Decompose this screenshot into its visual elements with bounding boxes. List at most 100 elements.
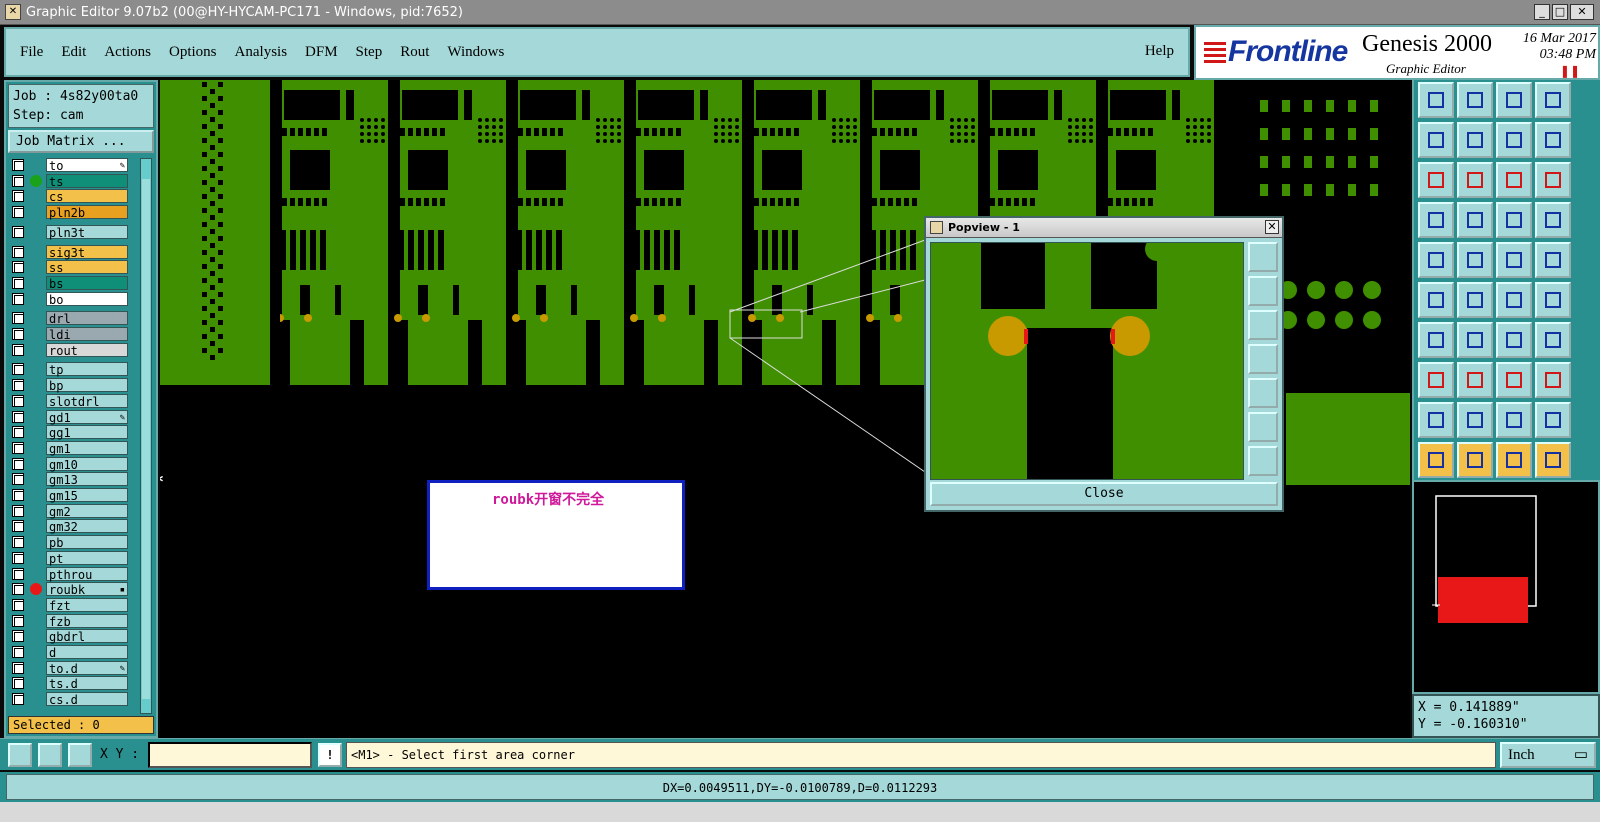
angle-icon[interactable]	[38, 743, 62, 767]
layer-checkbox[interactable]	[12, 190, 24, 203]
select-icon[interactable]	[1418, 442, 1454, 478]
layer-row[interactable]: drl	[10, 311, 128, 326]
expand-icon[interactable]	[1418, 162, 1454, 198]
layer-checkbox[interactable]	[12, 504, 24, 517]
layer-checkbox[interactable]	[12, 457, 24, 470]
pan-right-icon[interactable]	[1457, 122, 1493, 158]
popview-right-icon[interactable]	[1248, 378, 1278, 408]
layer-name[interactable]: roubk ▪	[46, 582, 128, 597]
layer-row[interactable]: ts	[10, 173, 128, 189]
layer-row[interactable]: gm15	[10, 488, 128, 503]
line-icon[interactable]	[1418, 322, 1454, 358]
fit-vertical-icon[interactable]	[1457, 162, 1493, 198]
layer-name[interactable]: pt	[46, 550, 128, 566]
layer-name[interactable]: gm1	[46, 440, 128, 456]
layer-row[interactable]: sig3t	[10, 244, 128, 260]
snap-icon[interactable]	[1418, 202, 1454, 238]
menu-analysis[interactable]: Analysis	[235, 44, 288, 61]
snap-icon[interactable]	[8, 743, 32, 767]
ruler-icon[interactable]	[1496, 242, 1532, 278]
layer-name[interactable]: gm2	[46, 503, 128, 519]
layer-name[interactable]: fzb	[46, 613, 128, 629]
select-icon[interactable]	[1496, 442, 1532, 478]
layer-row[interactable]: ss	[10, 260, 128, 275]
popview-zoom-view[interactable]	[930, 237, 1244, 480]
layer-name[interactable]: cs	[46, 189, 128, 204]
layer-name[interactable]: to.d ✎	[46, 660, 128, 676]
layer-row[interactable]: fzt	[10, 597, 128, 613]
layer-name[interactable]: ts	[46, 173, 128, 189]
layer-name[interactable]: bo	[46, 291, 128, 307]
rotate-icon[interactable]	[1496, 322, 1532, 358]
menu-step[interactable]: Step	[356, 44, 383, 61]
layer-checkbox[interactable]	[12, 261, 24, 274]
layer-name[interactable]: slotdrl	[46, 393, 128, 409]
layer-name[interactable]: gg1	[46, 425, 128, 440]
close-window-button[interactable]: ✕	[1570, 4, 1594, 20]
layer-row[interactable]: roubk ▪	[10, 582, 128, 597]
layer-checkbox[interactable]	[12, 661, 24, 674]
layer-name[interactable]: fzt	[46, 597, 128, 613]
layer-name[interactable]: tp	[46, 362, 128, 377]
layer-name[interactable]: ts.d	[46, 676, 128, 691]
triangle-icon[interactable]	[1535, 402, 1571, 438]
layer-checkbox[interactable]	[12, 630, 24, 643]
help-icon[interactable]	[1535, 122, 1571, 158]
popview-expand-icon[interactable]	[1248, 446, 1278, 476]
layer-checkbox[interactable]	[12, 363, 24, 376]
triangle-icon[interactable]	[1457, 402, 1493, 438]
layer-name[interactable]: bp	[46, 378, 128, 393]
layer-row[interactable]: gm10	[10, 456, 128, 472]
overview-map[interactable]	[1412, 480, 1600, 694]
popview-window[interactable]: Popview - 1 ✕ Close	[924, 216, 1284, 512]
layer-checkbox[interactable]	[12, 677, 24, 690]
layer-checkbox[interactable]	[12, 473, 24, 486]
pad-arrow-icon[interactable]	[1535, 282, 1571, 318]
move-up-icon[interactable]	[1418, 82, 1454, 118]
layer-checkbox[interactable]	[12, 693, 24, 706]
menu-options[interactable]: Options	[169, 44, 217, 61]
pad-icon[interactable]	[1418, 242, 1454, 278]
move-down-icon[interactable]	[1457, 82, 1493, 118]
layer-checkbox[interactable]	[12, 174, 24, 187]
menu-actions[interactable]: Actions	[104, 44, 151, 61]
minus-icon[interactable]	[1457, 362, 1493, 398]
grid-icon[interactable]	[1457, 202, 1493, 238]
triangle-icon[interactable]	[1418, 402, 1454, 438]
layer-row[interactable]: rout	[10, 342, 128, 358]
layer-row[interactable]: pthrou	[10, 566, 128, 582]
pad-copy-icon[interactable]	[1418, 362, 1454, 398]
layer-row[interactable]: gm2	[10, 503, 128, 519]
layer-name[interactable]: pb	[46, 535, 128, 550]
pan-left-icon[interactable]	[1418, 122, 1454, 158]
layer-checkbox[interactable]	[12, 292, 24, 305]
layer-checkbox[interactable]	[12, 551, 24, 564]
layer-checkbox[interactable]	[12, 614, 24, 627]
layer-name[interactable]: gm10	[46, 456, 128, 472]
xy-input[interactable]	[148, 742, 312, 768]
layer-checkbox[interactable]	[12, 379, 24, 392]
popview-up-icon[interactable]	[1248, 276, 1278, 306]
layer-row[interactable]: slotdrl	[10, 393, 128, 409]
menu-dfm[interactable]: DFM	[305, 44, 338, 61]
undo-view-icon[interactable]	[1496, 122, 1532, 158]
layer-name[interactable]: pln3t	[46, 224, 128, 240]
layer-name[interactable]: ss	[46, 260, 128, 275]
menu-rout[interactable]: Rout	[400, 44, 429, 61]
layer-row[interactable]: gm32	[10, 519, 128, 534]
pad-arrow-icon[interactable]	[1496, 282, 1532, 318]
layer-name[interactable]: gm32	[46, 519, 128, 534]
popview-zoom-icon[interactable]	[1248, 242, 1278, 272]
menu-help[interactable]: Help	[1145, 43, 1174, 60]
popview-down-icon[interactable]	[1248, 310, 1278, 340]
connect-icon[interactable]	[1418, 282, 1454, 318]
layer-name[interactable]: rout	[46, 342, 128, 358]
layer-row[interactable]: d	[10, 645, 128, 660]
layer-checkbox[interactable]	[12, 426, 24, 439]
line-icon[interactable]	[1457, 322, 1493, 358]
layer-checkbox[interactable]	[12, 245, 24, 258]
menu-windows[interactable]: Windows	[447, 44, 504, 61]
layer-name[interactable]: gm15	[46, 488, 128, 503]
scale-icon[interactable]	[1496, 162, 1532, 198]
layer-name[interactable]: to ✎	[46, 158, 128, 173]
